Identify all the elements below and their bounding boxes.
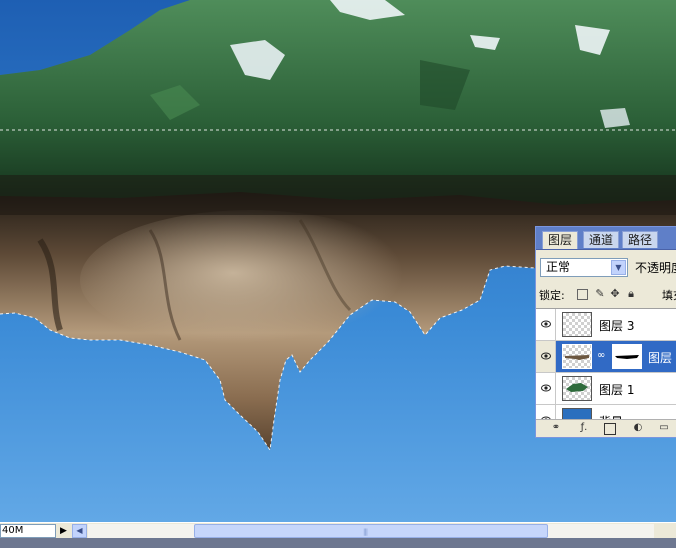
blend-mode-value: 正常 [546, 260, 571, 274]
play-arrow-icon[interactable]: ▶ [60, 524, 70, 538]
fill-label: 填充 [662, 289, 676, 302]
horizontal-scrollbar[interactable]: ||| [88, 524, 654, 538]
panel-bottom-toolbar: ⚭ ƒ. ◐ ▭ [536, 419, 676, 437]
layer-thumbnail [562, 344, 592, 369]
eye-icon [541, 352, 551, 360]
visibility-toggle[interactable] [536, 373, 556, 404]
tab-layers[interactable]: 图层 [542, 231, 579, 249]
layers-panel[interactable]: 图层 通道 路径 正常 ▼ 不透明度 锁定: ✎ ✥ 🔒︎ 填充 图层 3 [535, 226, 676, 438]
tab-channels[interactable]: 通道 [583, 231, 620, 248]
lock-transparency-icon[interactable] [577, 289, 588, 300]
layer-list[interactable]: 图层 3 ∞ 图层 2 图层 1 [536, 308, 676, 423]
lock-label: 锁定: [539, 289, 565, 302]
window-bottom-edge [0, 538, 676, 548]
mask-icon[interactable] [604, 423, 616, 435]
chain-link-icon[interactable]: ∞ [597, 350, 605, 361]
move-icon[interactable]: ✥ [609, 288, 621, 300]
layer-name: 图层 3 [599, 319, 635, 333]
lock-row: 锁定: ✎ ✥ 🔒︎ 填充 [539, 287, 676, 303]
layer-row[interactable]: ∞ 图层 2 [536, 341, 676, 373]
opacity-label: 不透明度 [635, 261, 676, 275]
eye-icon [541, 384, 551, 392]
layer-row[interactable]: 图层 1 [536, 373, 676, 405]
tab-paths[interactable]: 路径 [622, 231, 659, 248]
brush-icon[interactable]: ✎ [594, 288, 606, 300]
eye-icon [541, 320, 551, 328]
folder-icon[interactable]: ▭ [658, 422, 670, 434]
layer-thumbnail [562, 376, 592, 401]
layer-thumbnail [562, 312, 592, 337]
panel-tab-bar: 图层 通道 路径 [536, 227, 676, 250]
layer-name: 图层 2 [648, 351, 676, 365]
zoom-field[interactable]: 40M [0, 524, 56, 538]
chevron-down-icon[interactable]: ▼ [611, 260, 626, 275]
layer-mask-thumbnail[interactable] [612, 344, 642, 369]
status-bar: 40M ▶ ◀ ||| [0, 522, 676, 539]
grip-icon: ||| [363, 528, 368, 536]
fx-icon[interactable]: ƒ. [578, 422, 590, 434]
scrollbar-thumb[interactable]: ||| [194, 524, 548, 538]
visibility-toggle[interactable] [536, 341, 556, 372]
blend-mode-select[interactable]: 正常 ▼ [540, 258, 628, 277]
adjustment-icon[interactable]: ◐ [632, 422, 644, 434]
layer-name: 图层 1 [599, 383, 635, 397]
layer-row[interactable]: 图层 3 [536, 309, 676, 341]
lock-icon[interactable]: 🔒︎ [625, 288, 637, 300]
link-icon[interactable]: ⚭ [550, 422, 562, 434]
visibility-toggle[interactable] [536, 309, 556, 340]
scroll-left-button[interactable]: ◀ [72, 524, 87, 538]
